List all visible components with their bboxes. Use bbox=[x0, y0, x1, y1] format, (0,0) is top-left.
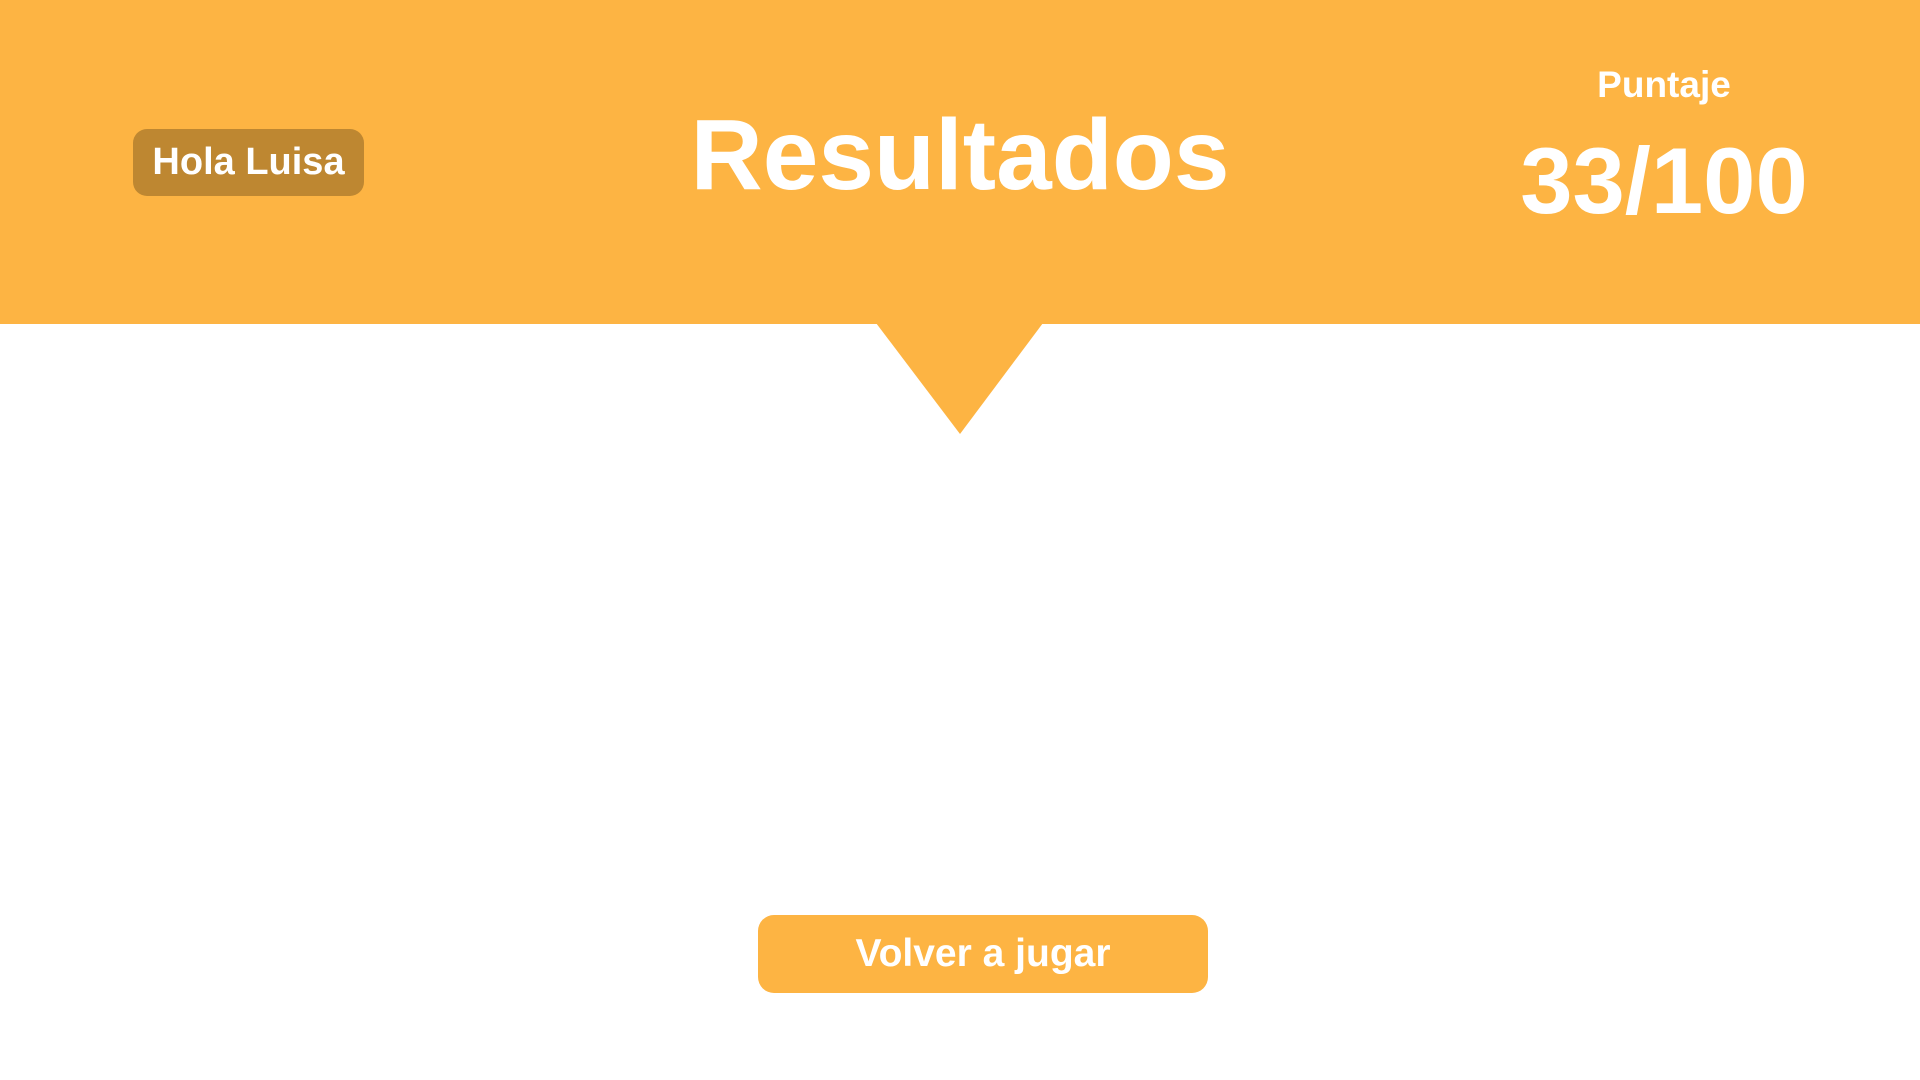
header-pointer-triangle bbox=[876, 323, 1043, 434]
greeting-badge: Hola Luisa bbox=[133, 129, 364, 196]
header-banner: Hola Luisa Resultados Puntaje 33/100 bbox=[0, 0, 1920, 324]
score-value: 33/100 bbox=[1520, 128, 1808, 233]
page-title: Resultados bbox=[690, 99, 1230, 211]
score-label: Puntaje bbox=[1597, 64, 1731, 105]
replay-button[interactable]: Volver a jugar bbox=[758, 915, 1208, 993]
results-screen: Hola Luisa Resultados Puntaje 33/100 Vol… bbox=[0, 0, 1920, 1080]
